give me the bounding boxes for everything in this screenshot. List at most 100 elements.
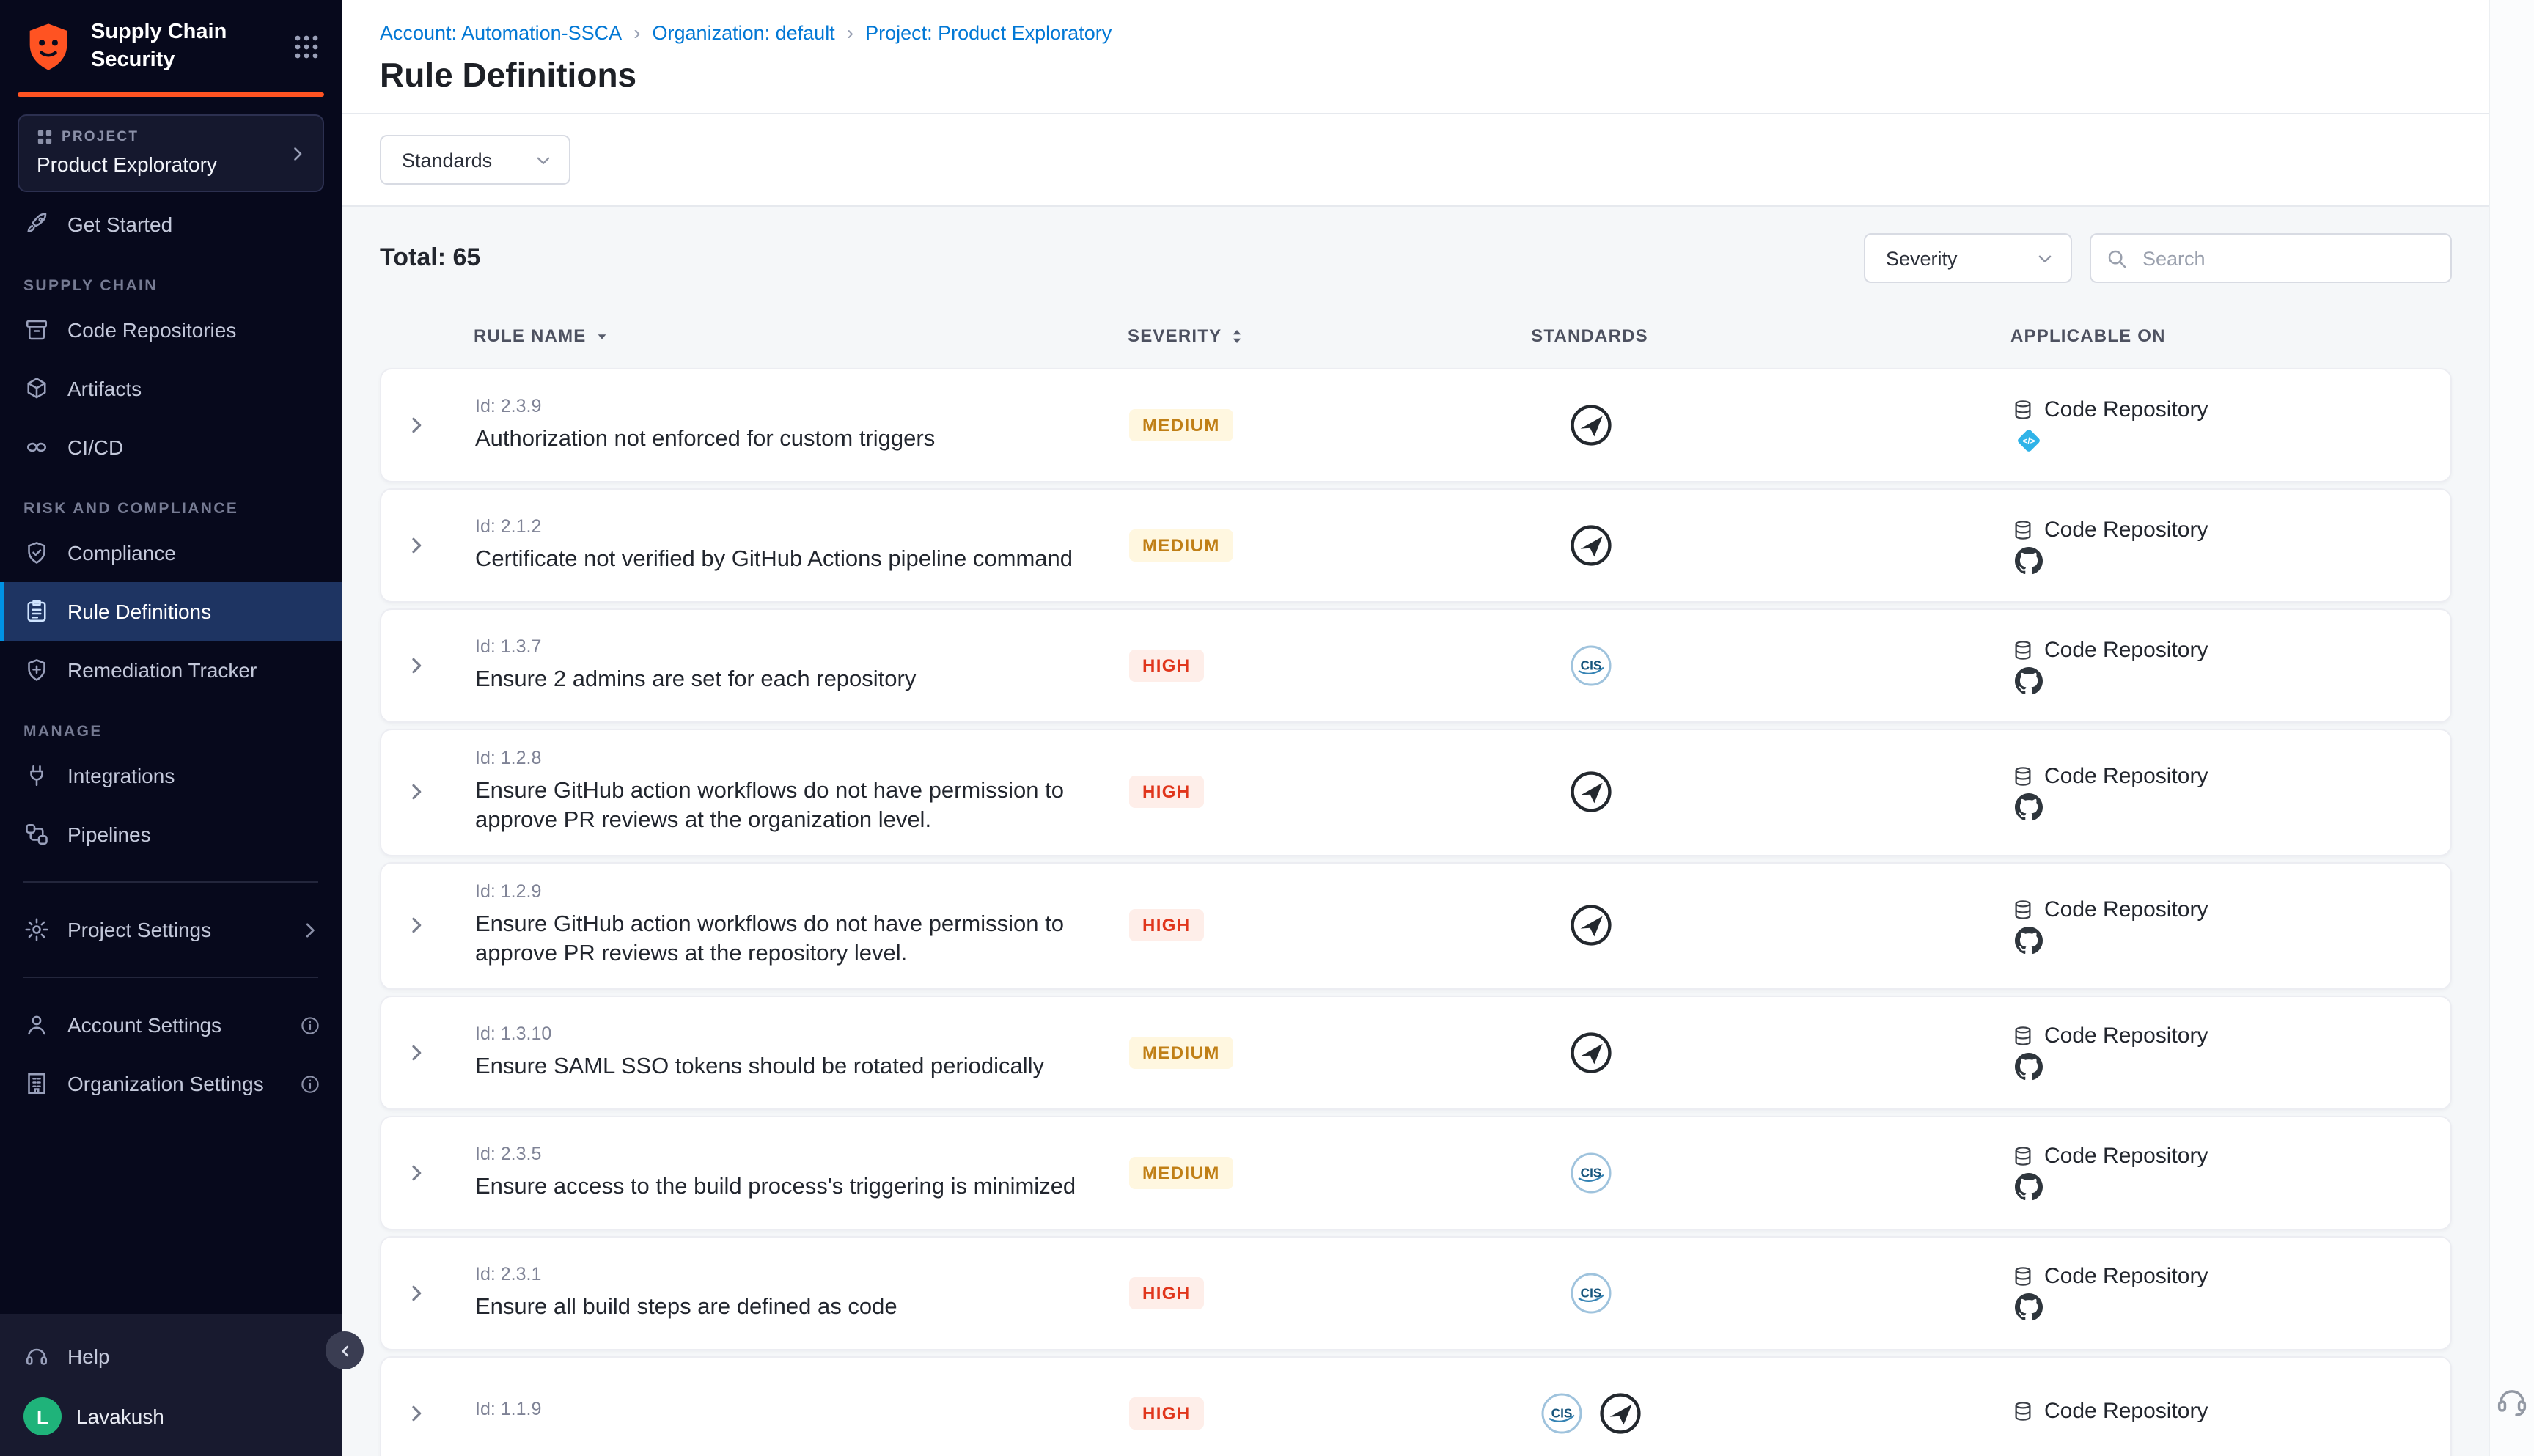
rule-id: Id: 2.3.5 bbox=[475, 1143, 1106, 1163]
info-icon bbox=[299, 1014, 321, 1036]
plane-icon bbox=[1569, 771, 1613, 815]
chevron-right-icon bbox=[299, 919, 321, 941]
provider-slot bbox=[2015, 793, 2450, 821]
rule-name: Ensure all build steps are defined as co… bbox=[475, 1293, 1106, 1323]
severity-cell: MEDIUM bbox=[1129, 529, 1334, 562]
nav-section-label: SUPPLY CHAIN bbox=[23, 277, 318, 295]
expand-row-icon[interactable] bbox=[405, 413, 428, 437]
sidebar-item-compliance[interactable]: Compliance bbox=[0, 523, 342, 582]
rule-id: Id: 1.2.9 bbox=[475, 881, 1106, 902]
rule-row[interactable]: Id: 1.2.9 Ensure GitHub action workflows… bbox=[380, 862, 2452, 990]
nav-item-label: Project Settings bbox=[67, 918, 211, 941]
severity-cell: HIGH bbox=[1129, 650, 1334, 682]
sidebar-item-help[interactable]: Help bbox=[23, 1333, 318, 1380]
severity-filter-dropdown[interactable]: Severity bbox=[1864, 233, 2072, 283]
module-switcher-grid-icon[interactable] bbox=[292, 32, 321, 62]
expander-cell bbox=[381, 534, 452, 557]
table-toolbar-right: Severity bbox=[1864, 233, 2452, 283]
sidebar-item-rule-definitions[interactable]: Rule Definitions bbox=[0, 582, 342, 641]
sidebar-item-code-repositories[interactable]: Code Repositories bbox=[0, 301, 342, 359]
standards-cell bbox=[1334, 904, 1848, 948]
applicable-on-label: Code Repository bbox=[2044, 517, 2208, 542]
sidebar-item-integrations[interactable]: Integrations bbox=[0, 746, 342, 805]
support-chat-icon[interactable] bbox=[2493, 1383, 2531, 1421]
expand-row-icon[interactable] bbox=[405, 1282, 428, 1305]
github-icon bbox=[2015, 1174, 2043, 1202]
severity-cell: MEDIUM bbox=[1129, 1157, 1334, 1189]
severity-cell: MEDIUM bbox=[1129, 1037, 1334, 1069]
expand-row-icon[interactable] bbox=[405, 1041, 428, 1065]
standards-cell: CIS bbox=[1334, 644, 1848, 688]
sidebar-item-pipelines[interactable]: Pipelines bbox=[0, 805, 342, 864]
rule-row[interactable]: Id: 1.2.8 Ensure GitHub action workflows… bbox=[380, 729, 2452, 856]
search-box[interactable] bbox=[2090, 233, 2452, 283]
breadcrumb-link[interactable]: Project: Product Exploratory bbox=[865, 21, 1112, 43]
applicable-on-label: Code Repository bbox=[2044, 1024, 2208, 1049]
breadcrumb-link[interactable]: Organization: default bbox=[653, 21, 835, 43]
sidebar-footer: Help L Lavakush bbox=[0, 1314, 342, 1456]
info-icon bbox=[299, 1073, 321, 1095]
repository-icon bbox=[2012, 899, 2034, 921]
sidebar-item-ci-cd[interactable]: CI/CD bbox=[0, 418, 342, 477]
nav-item-label: Remediation Tracker bbox=[67, 658, 257, 682]
rule-row[interactable]: Id: 2.1.2 Certificate not verified by Gi… bbox=[380, 488, 2452, 603]
expander-cell bbox=[381, 654, 452, 677]
applicable-on-cell: Code Repository bbox=[1848, 1265, 2450, 1322]
expand-row-icon[interactable] bbox=[405, 1402, 428, 1425]
provider-slot bbox=[2015, 1054, 2450, 1081]
column-header-rule-name[interactable]: RULE NAME bbox=[450, 326, 1128, 346]
expand-row-icon[interactable] bbox=[405, 781, 428, 804]
standards-filter-dropdown[interactable]: Standards bbox=[380, 135, 570, 185]
sidebar-item-artifacts[interactable]: Artifacts bbox=[0, 359, 342, 418]
applicable-on-label: Code Repository bbox=[2044, 764, 2208, 789]
search-input[interactable] bbox=[2140, 246, 2436, 271]
column-label: RULE NAME bbox=[474, 326, 586, 346]
content: Total: 65 Severity RULE NAME bbox=[342, 207, 2534, 1456]
github-icon bbox=[2015, 1054, 2043, 1081]
severity-badge: MEDIUM bbox=[1129, 1037, 1233, 1069]
github-icon bbox=[2015, 546, 2043, 574]
expander-cell bbox=[381, 413, 452, 437]
user-menu[interactable]: L Lavakush bbox=[23, 1397, 318, 1435]
breadcrumb-separator: › bbox=[847, 21, 853, 44]
applicable-on-label: Code Repository bbox=[2044, 637, 2208, 662]
rule-row[interactable]: Id: 2.3.9 Authorization not enforced for… bbox=[380, 368, 2452, 482]
rule-id: Id: 1.1.9 bbox=[475, 1399, 1106, 1419]
sidebar-collapse-handle[interactable] bbox=[326, 1331, 364, 1369]
sidebar-item-remediation-tracker[interactable]: Remediation Tracker bbox=[0, 641, 342, 699]
rule-row[interactable]: Id: 1.1.9 HIGH CIS Code Repository bbox=[380, 1356, 2452, 1456]
app: Supply Chain Security PROJECT Product Ex… bbox=[0, 0, 2534, 1456]
sidebar-item-project-settings[interactable]: Project Settings bbox=[0, 900, 342, 959]
nav-item-label: Get Started bbox=[67, 213, 172, 236]
breadcrumb-link[interactable]: Account: Automation-SSCA bbox=[380, 21, 622, 43]
severity-cell: HIGH bbox=[1129, 1277, 1334, 1309]
supply-chain-security-logo-icon bbox=[21, 19, 76, 75]
applicable-on-cell: Code Repository bbox=[1848, 1144, 2450, 1202]
sidebar-item-account-settings[interactable]: Account Settings bbox=[0, 996, 342, 1054]
rule-row[interactable]: Id: 2.3.5 Ensure access to the build pro… bbox=[380, 1116, 2452, 1230]
severity-cell: HIGH bbox=[1129, 910, 1334, 942]
plane-icon bbox=[1569, 403, 1613, 447]
column-header-severity[interactable]: SEVERITY bbox=[1128, 326, 1333, 346]
filter-bar: Standards bbox=[342, 114, 2534, 205]
rule-row[interactable]: Id: 1.3.10 Ensure SAML SSO tokens should… bbox=[380, 996, 2452, 1110]
plane-icon bbox=[1598, 1391, 1642, 1435]
divider bbox=[23, 977, 318, 978]
severity-badge: HIGH bbox=[1129, 910, 1204, 942]
sidebar-item-get-started[interactable]: Get Started bbox=[0, 195, 342, 254]
expand-row-icon[interactable] bbox=[405, 914, 428, 938]
brand: Supply Chain Security bbox=[0, 0, 342, 89]
sidebar-item-organization-settings[interactable]: Organization Settings bbox=[0, 1054, 342, 1113]
applicable-on-cell: Code Repository </> bbox=[1848, 397, 2450, 454]
artifacts-icon bbox=[23, 375, 50, 402]
expander-cell bbox=[381, 1402, 452, 1425]
rule-row[interactable]: Id: 2.3.1 Ensure all build steps are def… bbox=[380, 1236, 2452, 1350]
project-selector[interactable]: PROJECT Product Exploratory bbox=[18, 114, 324, 192]
applicable-on-cell: Code Repository bbox=[1848, 764, 2450, 821]
expand-row-icon[interactable] bbox=[405, 654, 428, 677]
expand-row-icon[interactable] bbox=[405, 1161, 428, 1185]
rule-id: Id: 1.2.8 bbox=[475, 748, 1106, 768]
rule-row[interactable]: Id: 1.3.7 Ensure 2 admins are set for ea… bbox=[380, 608, 2452, 723]
repository-icon bbox=[2012, 1266, 2034, 1288]
expand-row-icon[interactable] bbox=[405, 534, 428, 557]
